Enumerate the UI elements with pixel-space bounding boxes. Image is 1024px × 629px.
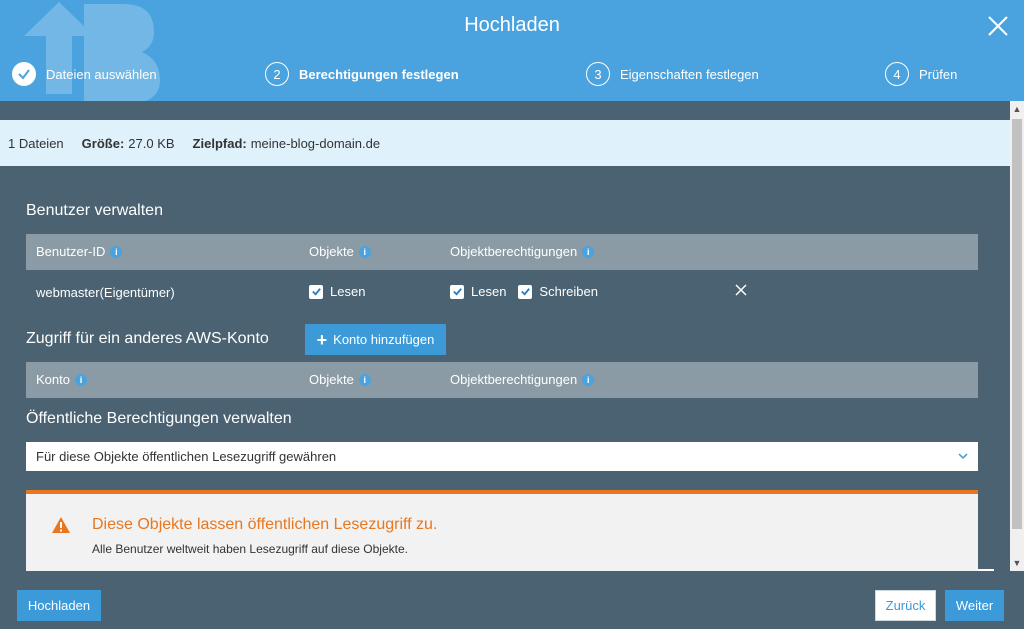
warning-text: Alle Benutzer weltweit haben Lesezugriff… (92, 542, 408, 556)
public-section-title: Öffentliche Berechtigungen verwalten (26, 410, 292, 427)
step-review[interactable]: 4 Prüfen (885, 62, 957, 86)
divider (978, 569, 994, 571)
step-properties[interactable]: 3 Eigenschaften festlegen (586, 62, 759, 86)
perm-read-checkbox[interactable] (450, 284, 464, 299)
scroll-down-icon[interactable]: ▼ (1010, 555, 1024, 571)
step-select-files[interactable]: Dateien auswählen (12, 62, 157, 86)
objects-read-checkbox[interactable] (309, 284, 323, 299)
column-header: Objekte (309, 372, 354, 387)
public-access-select[interactable]: Für diese Objekte öffentlichen Lesezugri… (26, 442, 978, 471)
select-value: Für diese Objekte öffentlichen Lesezugri… (36, 449, 337, 464)
step-label: Berechtigungen festlegen (299, 66, 459, 82)
add-account-label: Konto hinzufügen (333, 332, 435, 347)
info-icon[interactable]: i (582, 373, 595, 386)
step-label: Prüfen (919, 66, 958, 82)
users-section-title: Benutzer verwalten (26, 202, 163, 219)
step-permissions[interactable]: 2 Berechtigungen festlegen (265, 62, 459, 86)
column-header: Benutzer-ID (36, 244, 106, 259)
warning-icon (52, 517, 70, 533)
step-label: Dateien auswählen (46, 66, 157, 82)
target-value: meine-blog-domain.de (250, 135, 381, 151)
upload-button[interactable]: Hochladen (17, 590, 101, 621)
step-number: 4 (885, 62, 909, 86)
scroll-up-icon[interactable]: ▲ (1010, 101, 1024, 117)
target-label: Zielpfad: (192, 135, 247, 151)
column-header: Konto (36, 372, 70, 387)
info-icon[interactable]: i (582, 245, 595, 258)
info-icon[interactable]: i (358, 373, 371, 386)
remove-icon[interactable] (734, 283, 748, 297)
upload-summary-bar: 1 Dateien Größe: 27.0 KB Zielpfad: meine-b… (0, 120, 1010, 166)
step-number: 2 (265, 62, 289, 86)
column-header: Objektberechtigungen (450, 244, 578, 259)
table-row: webmaster(Eigentümer) Lesen Lesen Schrei… (26, 272, 978, 312)
user-id: webmaster(Eigentümer) (36, 285, 175, 300)
public-access-warning: Diese Objekte lassen öffentlichen Lesezu… (26, 490, 978, 571)
column-header: Objektberechtigungen (450, 372, 578, 387)
content-top-spacer (0, 101, 1010, 120)
aws-section-title: Zugriff für ein anderes AWS-Konto (26, 330, 269, 347)
wizard-steps: Dateien auswählen 2 Berechtigungen festl… (0, 62, 1024, 90)
scrollbar-thumb[interactable] (1012, 119, 1022, 529)
checkbox-label: Lesen (471, 284, 507, 299)
users-table-header: Benutzer-ID i Objekte i Objektberechtigung… (26, 234, 978, 270)
add-account-button[interactable]: + Konto hinzufügen (305, 324, 446, 355)
step-label: Eigenschaften festlegen (620, 66, 759, 82)
aws-table-header: Konto i Objekte i Objektberechtigungen i (26, 362, 978, 398)
modal-title: Hochladen (464, 14, 560, 36)
step-number: 3 (586, 62, 610, 86)
perm-write-checkbox[interactable] (518, 284, 533, 299)
next-button[interactable]: Weiter (945, 590, 1004, 621)
vertical-scrollbar[interactable]: ▲ ▼ (1010, 101, 1024, 571)
column-header: Objekte (309, 244, 354, 259)
warning-title: Diese Objekte lassen öffentlichen Lesezu… (92, 516, 438, 533)
modal-header: Hochladen Dateien auswählen 2 Berechtigu… (0, 0, 1024, 101)
size-label: Größe: (81, 135, 125, 151)
info-icon[interactable]: i (110, 245, 123, 258)
chevron-down-icon (958, 453, 968, 460)
back-button[interactable]: Zurück (875, 590, 936, 621)
check-icon (12, 62, 36, 86)
checkbox-label: Lesen (330, 284, 366, 299)
close-icon[interactable] (986, 14, 1010, 38)
plus-icon: + (316, 329, 328, 350)
checkbox-label: Schreiben (539, 284, 598, 299)
info-icon[interactable]: i (74, 373, 87, 386)
info-icon[interactable]: i (358, 245, 371, 258)
file-count: 1 Dateien (8, 135, 64, 151)
size-value: 27.0 KB (128, 135, 175, 151)
